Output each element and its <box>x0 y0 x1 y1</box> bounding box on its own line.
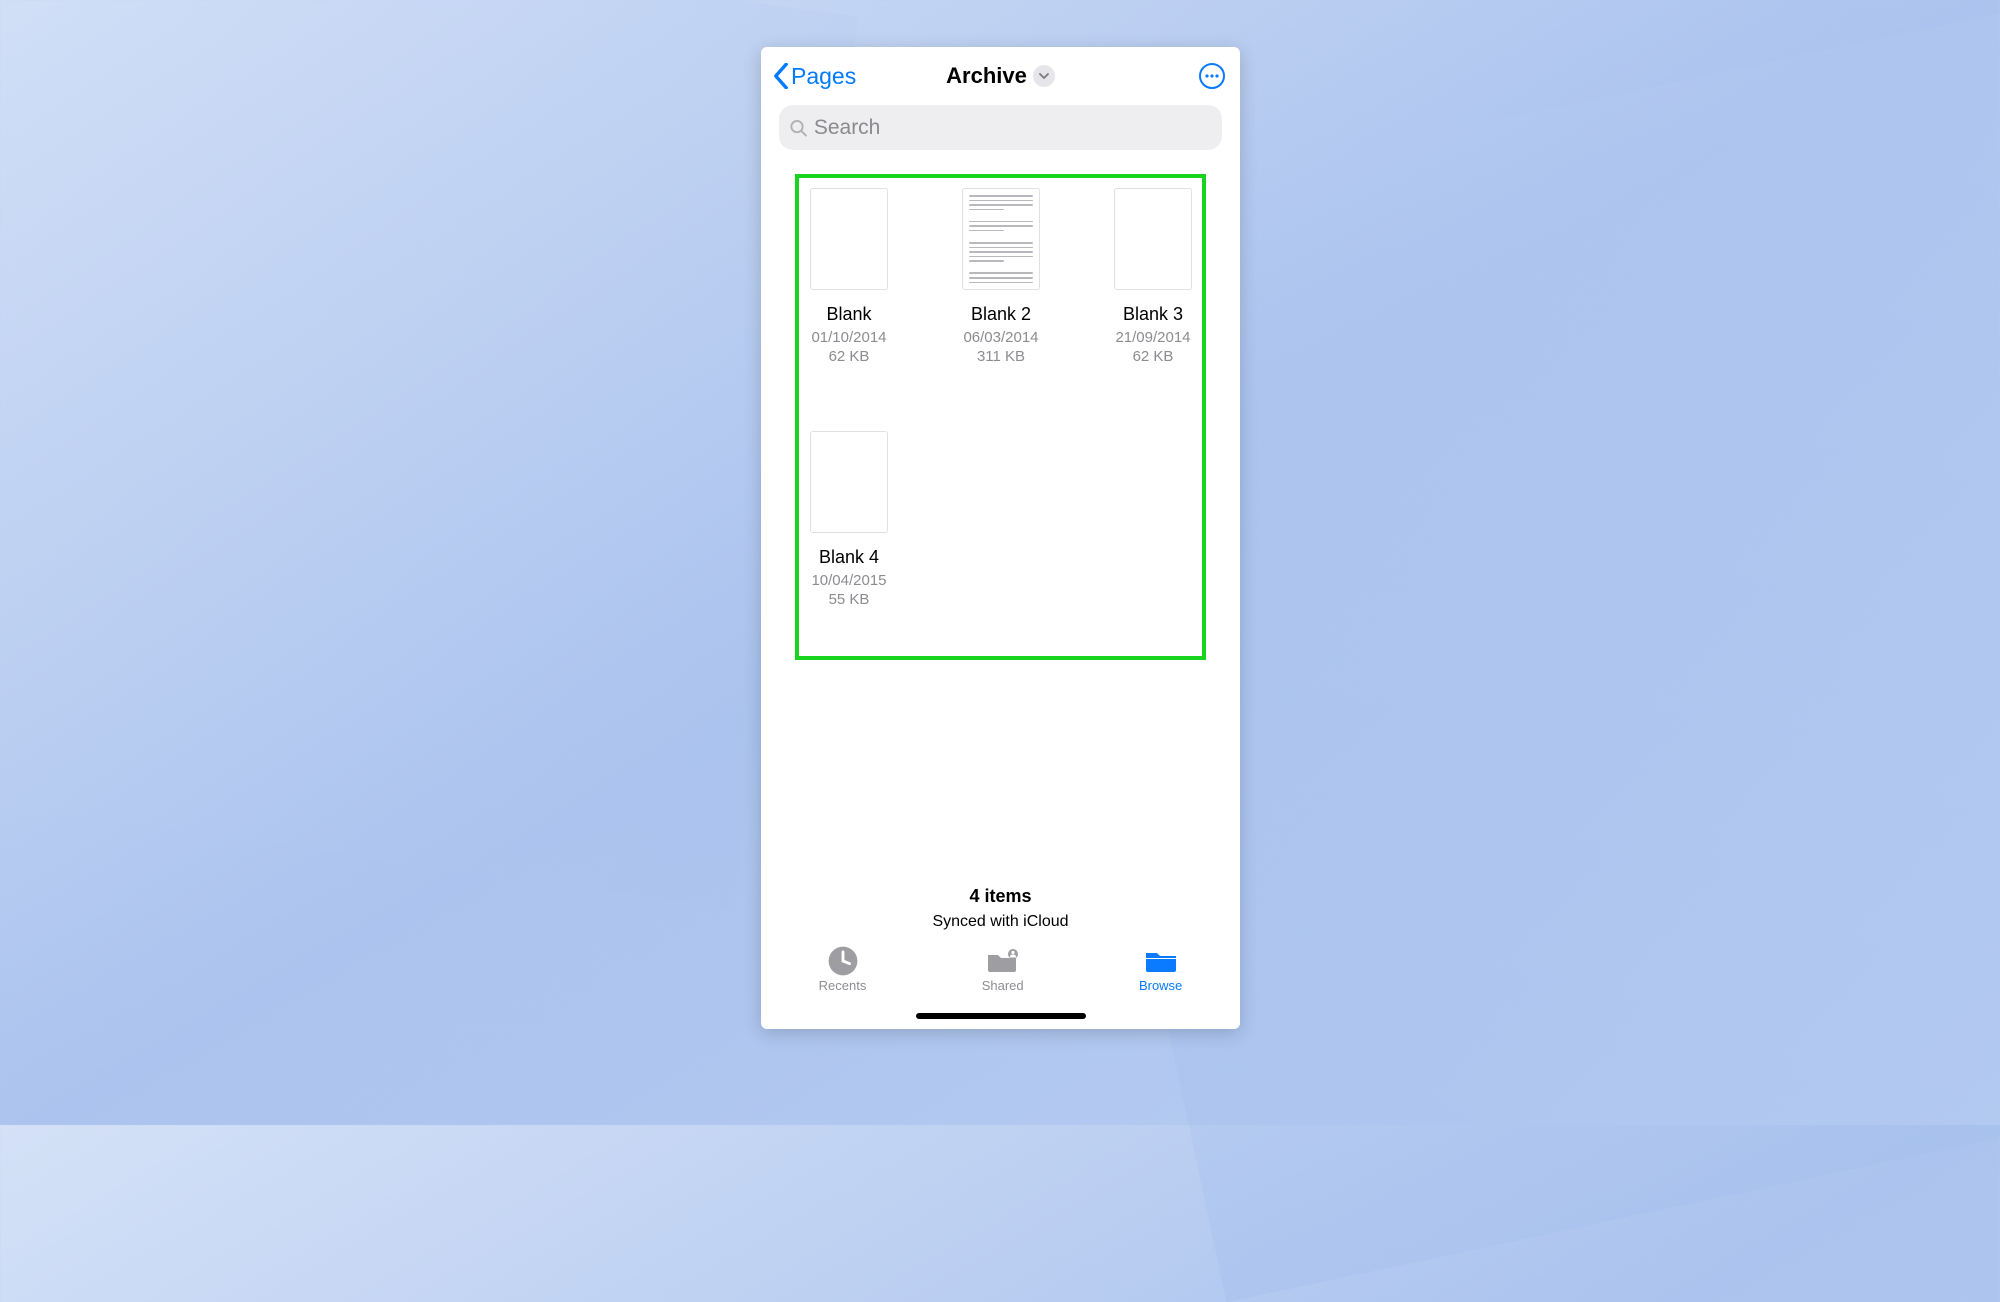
tab-recents[interactable]: Recents <box>819 948 867 993</box>
document-date: 06/03/2014 <box>963 329 1038 346</box>
chevron-left-icon <box>773 63 789 89</box>
document-size: 311 KB <box>977 348 1025 365</box>
item-count-label: 4 items <box>761 886 1240 907</box>
status-footer: 4 items Synced with iCloud <box>761 886 1240 941</box>
tab-bar: Recents Shared Browse <box>761 941 1240 1029</box>
tab-label: Recents <box>819 978 867 993</box>
document-size: 62 KB <box>829 348 870 365</box>
document-name: Blank 3 <box>1123 304 1183 325</box>
more-options-button[interactable] <box>1196 60 1228 92</box>
document-item[interactable]: Blank 3 21/09/2014 62 KB <box>1109 188 1197 365</box>
document-size: 55 KB <box>829 591 870 608</box>
document-name: Blank 2 <box>971 304 1031 325</box>
search-input[interactable] <box>814 116 1212 140</box>
document-item[interactable]: Blank 2 06/03/2014 311 KB <box>957 188 1045 365</box>
title-dropdown-button[interactable] <box>1033 65 1055 87</box>
sync-status-label: Synced with iCloud <box>761 913 1240 931</box>
shared-folder-icon <box>986 948 1020 974</box>
document-date: 10/04/2015 <box>811 572 886 589</box>
search-field[interactable] <box>779 105 1222 150</box>
tab-label: Shared <box>982 978 1024 993</box>
wallpaper-shape <box>0 0 858 908</box>
content-area: Blank 01/10/2014 62 KB Blank 2 06/03/201… <box>761 156 1240 886</box>
tab-shared[interactable]: Shared <box>982 948 1024 993</box>
document-thumbnail <box>810 431 888 533</box>
ellipsis-circle-icon <box>1198 62 1226 90</box>
search-icon <box>789 118 808 138</box>
document-date: 01/10/2014 <box>811 329 886 346</box>
document-name: Blank <box>826 304 871 325</box>
phone-frame: Pages Archive <box>761 47 1240 1029</box>
document-thumbnail <box>810 188 888 290</box>
document-name: Blank 4 <box>819 547 879 568</box>
chevron-down-icon <box>1038 70 1050 82</box>
back-button[interactable]: Pages <box>773 63 856 90</box>
document-size: 62 KB <box>1133 348 1174 365</box>
tab-label: Browse <box>1139 978 1182 993</box>
page-title: Archive <box>946 63 1027 89</box>
back-label: Pages <box>791 63 856 90</box>
tab-browse[interactable]: Browse <box>1139 948 1182 993</box>
document-thumbnail <box>1114 188 1192 290</box>
home-indicator[interactable] <box>916 1013 1086 1019</box>
clock-icon <box>826 944 860 978</box>
document-item[interactable]: Blank 01/10/2014 62 KB <box>805 188 893 365</box>
navigation-bar: Pages Archive <box>761 47 1240 105</box>
document-grid: Blank 01/10/2014 62 KB Blank 2 06/03/201… <box>805 188 1197 608</box>
document-item[interactable]: Blank 4 10/04/2015 55 KB <box>805 431 893 608</box>
folder-icon <box>1144 948 1178 974</box>
document-date: 21/09/2014 <box>1115 329 1190 346</box>
document-thumbnail <box>962 188 1040 290</box>
